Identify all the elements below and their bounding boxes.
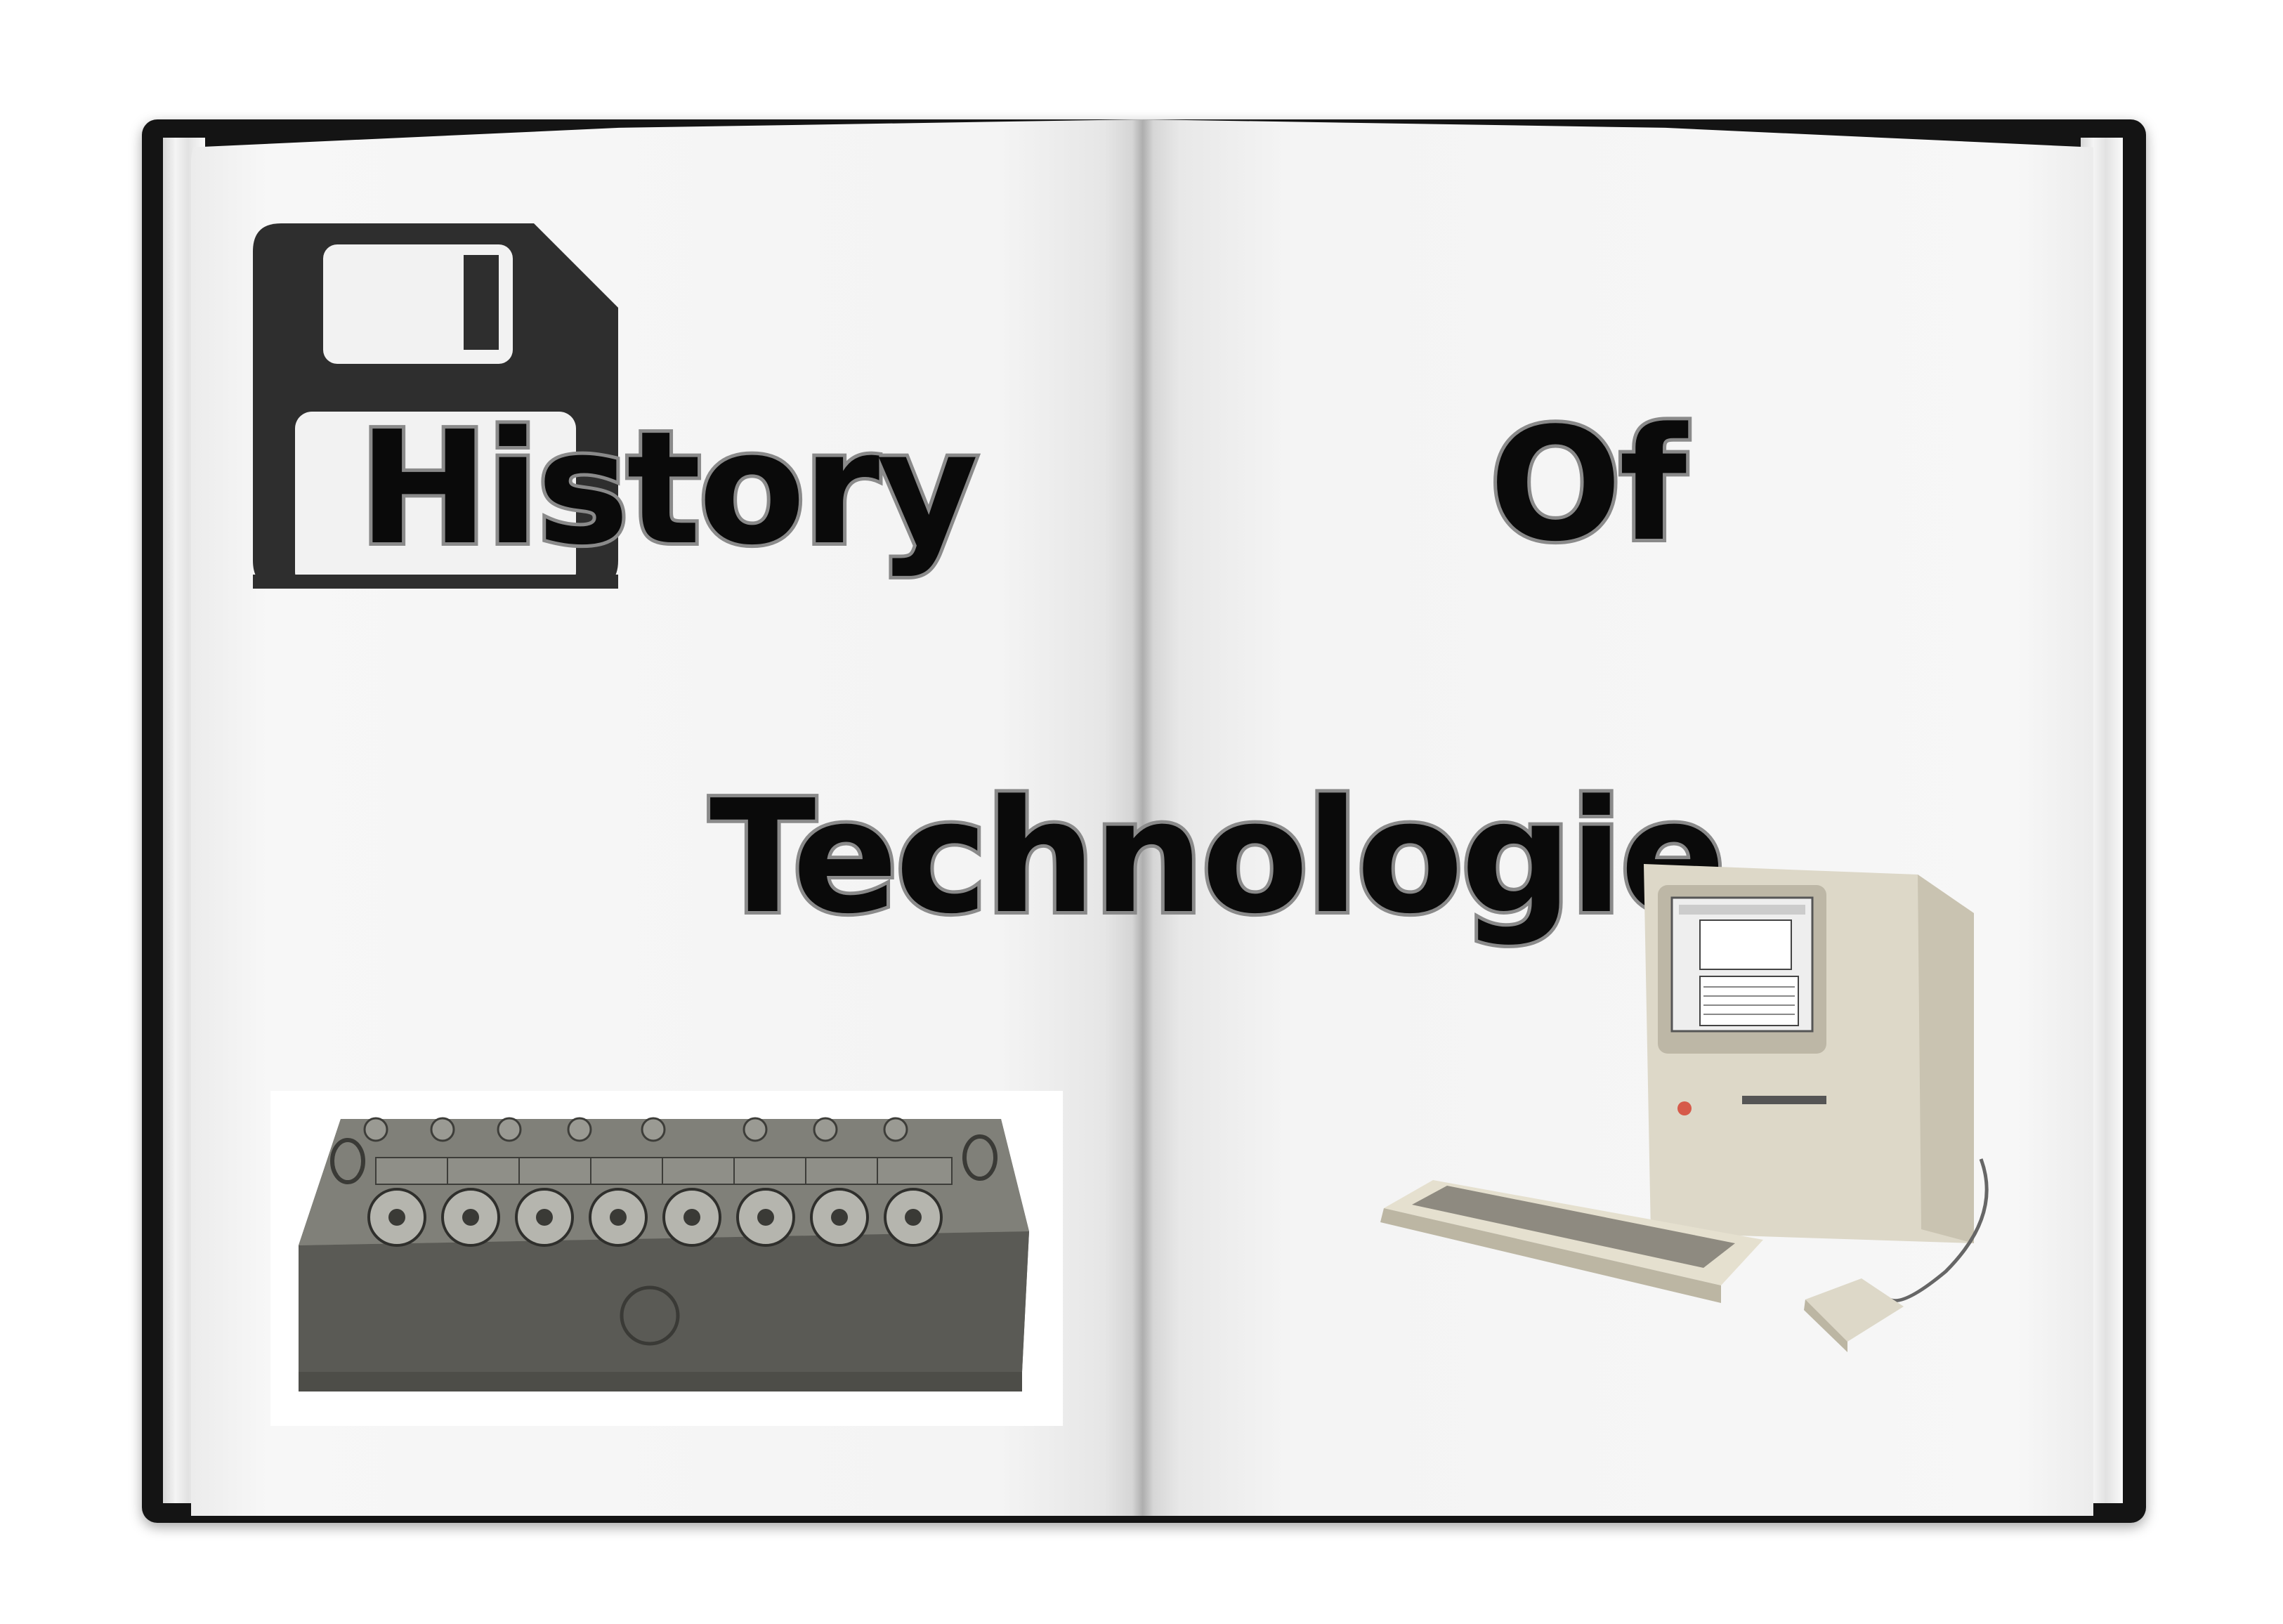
title-word-history: History: [355, 398, 982, 579]
macintosh-computer-image: [1380, 864, 1989, 1352]
pascaline-calculator-image: [270, 1091, 1063, 1426]
title-word-of: Of: [1486, 395, 1690, 576]
